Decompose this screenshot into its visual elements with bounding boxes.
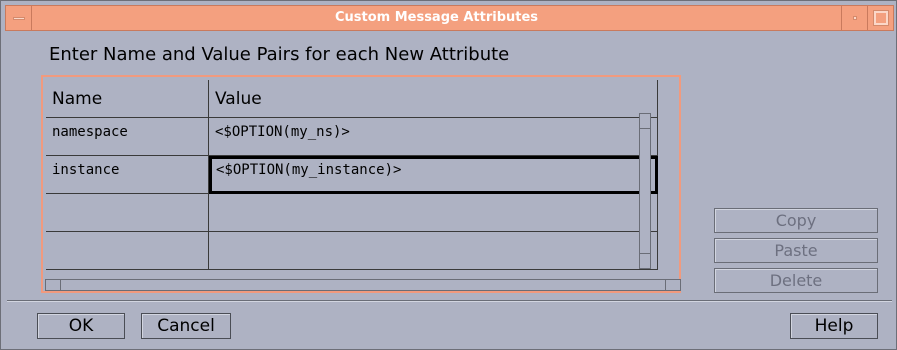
table-cell-value-selected[interactable]: <$OPTION(my_instance)> bbox=[209, 156, 658, 194]
window-title: Custom Message Attributes bbox=[334, 10, 539, 25]
cancel-button[interactable]: Cancel bbox=[141, 313, 231, 339]
attribute-table: Name Value namespace <$OPTION(my_ns)> in… bbox=[41, 75, 681, 293]
title-bar[interactable]: Custom Message Attributes bbox=[5, 5, 894, 31]
table-cell-name[interactable] bbox=[46, 194, 209, 232]
column-header-value: Value bbox=[209, 80, 658, 118]
vertical-scrollbar[interactable] bbox=[639, 113, 651, 269]
paste-button[interactable]: Paste bbox=[714, 238, 878, 263]
dialog-window: Custom Message Attributes Enter Name and… bbox=[0, 0, 897, 350]
scroll-down-icon[interactable] bbox=[640, 253, 650, 268]
table-cell-name[interactable] bbox=[46, 232, 209, 270]
delete-button[interactable]: Delete bbox=[714, 268, 878, 293]
table-grid: Name Value namespace <$OPTION(my_ns)> in… bbox=[46, 80, 658, 270]
help-button[interactable]: Help bbox=[790, 313, 878, 339]
ok-button[interactable]: OK bbox=[37, 313, 125, 339]
scroll-right-icon[interactable] bbox=[665, 280, 680, 290]
minimize-icon bbox=[853, 16, 857, 20]
divider-highlight bbox=[7, 301, 892, 302]
table-cell-value[interactable] bbox=[209, 194, 658, 232]
table-cell-value[interactable] bbox=[209, 232, 658, 270]
table-cell-value[interactable]: <$OPTION(my_ns)> bbox=[209, 118, 658, 156]
maximize-button[interactable] bbox=[867, 6, 893, 30]
minimize-button[interactable] bbox=[841, 6, 867, 30]
window-menu-icon bbox=[13, 17, 25, 20]
column-header-name: Name bbox=[46, 80, 209, 118]
scroll-up-icon[interactable] bbox=[640, 114, 650, 129]
maximize-icon bbox=[873, 10, 889, 26]
table-cell-name[interactable]: namespace bbox=[46, 118, 209, 156]
instruction-text: Enter Name and Value Pairs for each New … bbox=[49, 44, 510, 65]
scroll-left-icon[interactable] bbox=[46, 280, 61, 290]
table-cell-name[interactable]: instance bbox=[46, 156, 209, 194]
window-menu-button[interactable] bbox=[6, 6, 32, 30]
copy-button[interactable]: Copy bbox=[714, 208, 878, 233]
horizontal-scrollbar[interactable] bbox=[45, 279, 681, 291]
